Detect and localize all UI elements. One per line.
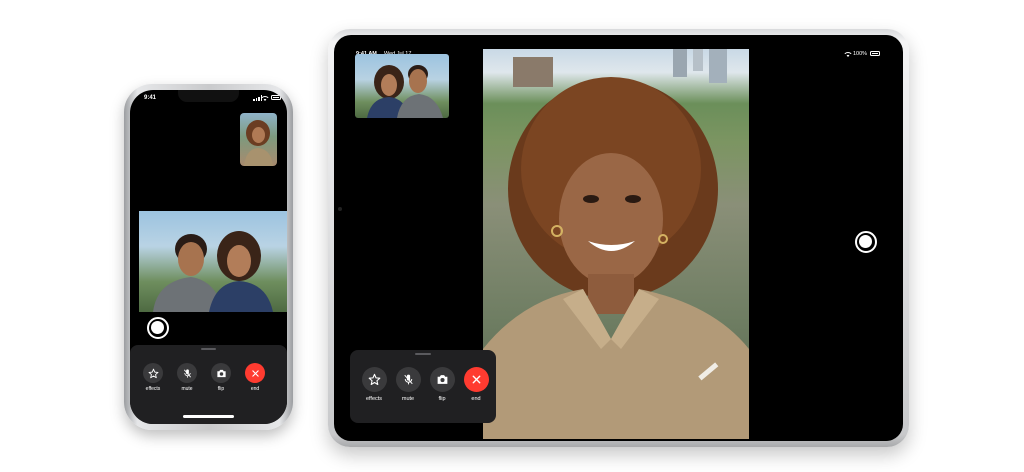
star-icon [368, 373, 380, 386]
panel-grabber[interactable] [415, 353, 431, 355]
ipad-camera [338, 207, 342, 211]
effects-label: effects [145, 386, 161, 392]
remote-person-image [483, 49, 749, 439]
ipad-device: 9:41 AM Wed Jul 17 100% [328, 29, 909, 447]
end-call-button[interactable] [245, 363, 265, 383]
flip-label: flip [438, 396, 446, 402]
mute-label: mute [181, 386, 193, 392]
self-view-pip[interactable] [355, 54, 449, 118]
battery-icon [870, 51, 880, 56]
close-icon [472, 375, 480, 384]
end-label: end [471, 396, 481, 402]
wifi-icon [261, 96, 269, 101]
panel-grabber[interactable] [201, 348, 216, 350]
ipad-controls-panel: effects mute flip end [350, 350, 496, 423]
capture-live-photo-inner [151, 321, 164, 334]
iphone-controls-panel: effects mute flip end [130, 345, 287, 424]
capture-live-photo-button[interactable] [855, 231, 877, 253]
flip-control[interactable]: flip [210, 363, 232, 392]
end-control[interactable]: end [244, 363, 266, 392]
end-label: end [250, 386, 260, 392]
mute-label: mute [401, 396, 415, 402]
capture-live-photo-inner [859, 235, 872, 248]
iphone-notch [178, 90, 239, 102]
ipad-battery-percent: 100% [853, 51, 868, 57]
remote-video [139, 211, 287, 312]
flip-button[interactable] [429, 367, 455, 392]
mute-button[interactable] [395, 367, 421, 392]
home-indicator[interactable] [183, 415, 234, 418]
self-view-pip[interactable] [240, 113, 277, 166]
flip-control[interactable]: flip [428, 367, 456, 402]
mute-control[interactable]: mute [394, 367, 422, 402]
remote-people-image [153, 231, 273, 312]
end-call-button[interactable] [463, 367, 489, 392]
flip-label: flip [217, 386, 225, 392]
camera-flip-icon [437, 375, 447, 384]
effects-button[interactable] [361, 367, 387, 392]
self-view-people-image [367, 65, 443, 118]
effects-control[interactable]: effects [360, 367, 388, 402]
camera-flip-icon [216, 369, 226, 377]
self-view-person-image [244, 120, 273, 166]
ipad-screen: 9:41 AM Wed Jul 17 100% [334, 35, 903, 441]
remote-video [483, 49, 749, 439]
mute-control[interactable]: mute [176, 363, 198, 392]
capture-live-photo-button[interactable] [147, 317, 169, 339]
effects-control[interactable]: effects [142, 363, 164, 392]
mic-slash-icon [183, 368, 191, 378]
mic-slash-icon [403, 374, 413, 385]
effects-label: effects [365, 396, 383, 402]
effects-button[interactable] [143, 363, 163, 383]
end-control[interactable]: end [462, 367, 490, 402]
flip-button[interactable] [211, 363, 231, 383]
battery-icon [271, 95, 281, 100]
star-icon [148, 368, 158, 378]
wifi-icon [844, 52, 852, 57]
iphone-screen: 9:41 effects mute flip end [130, 90, 287, 424]
iphone-status-time: 9:41 [144, 95, 157, 101]
iphone-device: 9:41 effects mute flip end [124, 84, 293, 430]
mute-button[interactable] [177, 363, 197, 383]
close-icon [251, 369, 259, 377]
